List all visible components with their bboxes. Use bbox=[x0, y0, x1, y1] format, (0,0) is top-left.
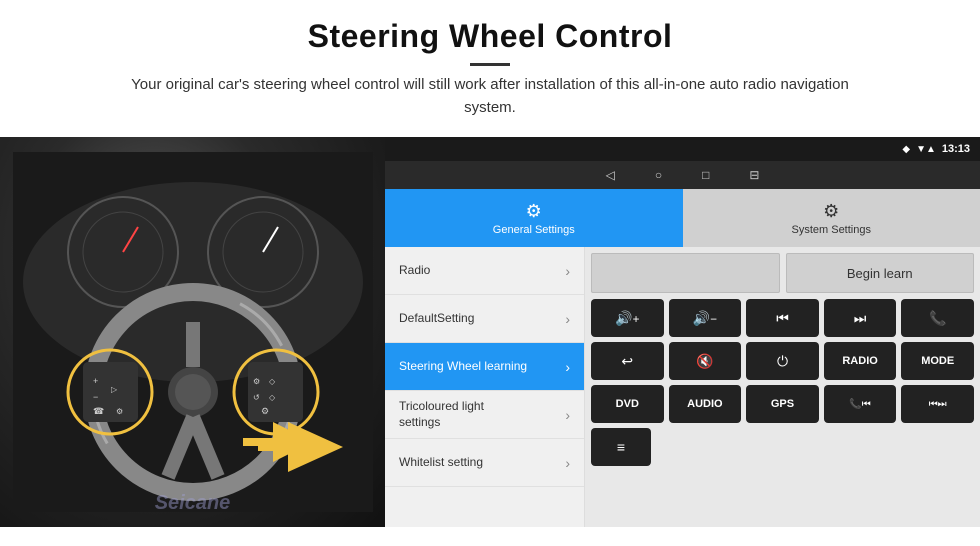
svg-text:☎: ☎ bbox=[93, 406, 104, 416]
hangup-icon: ↩ bbox=[621, 353, 633, 370]
svg-text:▷: ▷ bbox=[111, 385, 118, 394]
ctrl-radio[interactable]: RADIO bbox=[824, 342, 897, 380]
ctrl-phone-prev[interactable]: 📞⏮ bbox=[824, 385, 897, 423]
back-icon[interactable]: ◁ bbox=[606, 168, 615, 182]
menu-item-default-setting[interactable]: DefaultSetting › bbox=[385, 295, 584, 343]
settings-content: Begin learn 🔊+ 🔊− ⏮ bbox=[585, 247, 980, 527]
watermark: Seicane bbox=[155, 492, 231, 515]
menu-default-label: DefaultSetting bbox=[399, 311, 474, 325]
menu-radio-chevron: › bbox=[565, 263, 570, 279]
controls-row4: ≡ bbox=[591, 428, 974, 466]
page-wrapper: Steering Wheel Control Your original car… bbox=[0, 0, 980, 527]
page-subtitle: Your original car's steering wheel contr… bbox=[110, 74, 870, 119]
tab-general-label: General Settings bbox=[493, 224, 575, 236]
svg-text:⚙: ⚙ bbox=[261, 406, 269, 416]
begin-learn-label: Begin learn bbox=[847, 266, 913, 281]
svg-text:+: + bbox=[93, 376, 98, 386]
menu-steering-chevron: › bbox=[565, 359, 570, 375]
controls-row2: ↩ 🔇 ⏻ RADIO MODE bbox=[591, 342, 974, 380]
settings-tabs: ⚙ General Settings ⚙ System Settings bbox=[385, 189, 980, 247]
page-header: Steering Wheel Control Your original car… bbox=[0, 0, 980, 129]
ctrl-power[interactable]: ⏻ bbox=[746, 342, 819, 380]
android-statusbar: ◆ ▼▲ 13:13 bbox=[385, 137, 980, 161]
svg-text:−: − bbox=[93, 392, 98, 402]
general-settings-icon: ⚙ bbox=[526, 201, 542, 222]
menu-whitelist-chevron: › bbox=[565, 455, 570, 471]
ctrl-mode[interactable]: MODE bbox=[901, 342, 974, 380]
svg-text:◇: ◇ bbox=[269, 377, 276, 386]
ctrl-next-track[interactable]: ⏭ bbox=[824, 299, 897, 337]
wifi-icon: ▼▲ bbox=[916, 144, 936, 155]
ctrl-skip[interactable]: ⏮⏭ bbox=[901, 385, 974, 423]
time-display: 13:13 bbox=[942, 143, 970, 155]
recent-icon[interactable]: □ bbox=[702, 168, 709, 182]
menu-radio-label: Radio bbox=[399, 263, 430, 277]
svg-text:↺: ↺ bbox=[253, 393, 260, 402]
ctrl-prev-track[interactable]: ⏮ bbox=[746, 299, 819, 337]
menu-item-radio[interactable]: Radio › bbox=[385, 247, 584, 295]
dvd-label: DVD bbox=[616, 398, 639, 410]
svg-text:⚙: ⚙ bbox=[253, 377, 260, 386]
home-icon[interactable]: ○ bbox=[655, 168, 662, 182]
controls-row3: DVD AUDIO GPS 📞⏮ ⏮⏭ bbox=[591, 385, 974, 423]
ctrl-phone[interactable]: 📞 bbox=[901, 299, 974, 337]
ctrl-vol-up[interactable]: 🔊+ bbox=[591, 299, 664, 337]
vol-up-icon: 🔊+ bbox=[615, 310, 639, 327]
ctrl-menu[interactable]: ≡ bbox=[591, 428, 651, 466]
menu-icon-ctrl: ≡ bbox=[617, 439, 625, 455]
steering-wheel-bg: + − ▷ ☎ ⚙ ⚙ ◇ ↺ ◇ ⚙ bbox=[0, 137, 385, 527]
steering-wheel-panel: + − ▷ ☎ ⚙ ⚙ ◇ ↺ ◇ ⚙ bbox=[0, 137, 385, 527]
menu-tricoloured-chevron: › bbox=[565, 407, 570, 423]
prev-track-icon: ⏮ bbox=[776, 310, 789, 327]
controls-row1: 🔊+ 🔊− ⏮ ⏭ 📞 bbox=[591, 299, 974, 337]
settings-menu: Radio › DefaultSetting › Steering Wheel … bbox=[385, 247, 585, 527]
skip-icon: ⏮⏭ bbox=[929, 399, 947, 410]
menu-item-steering-wheel[interactable]: Steering Wheel learning › bbox=[385, 343, 584, 391]
system-settings-icon: ⚙ bbox=[823, 201, 839, 222]
steering-wheel-svg: + − ▷ ☎ ⚙ ⚙ ◇ ↺ ◇ ⚙ bbox=[13, 152, 373, 512]
ctrl-hangup[interactable]: ↩ bbox=[591, 342, 664, 380]
begin-learn-button[interactable]: Begin learn bbox=[786, 253, 975, 293]
mute-icon: 🔇 bbox=[696, 353, 713, 370]
location-icon: ◆ bbox=[902, 144, 910, 155]
svg-text:◇: ◇ bbox=[269, 393, 276, 402]
tab-system[interactable]: ⚙ System Settings bbox=[683, 189, 980, 247]
empty-display-box bbox=[591, 253, 780, 293]
menu-steering-label: Steering Wheel learning bbox=[399, 359, 527, 373]
gps-label: GPS bbox=[771, 398, 794, 410]
power-icon: ⏻ bbox=[777, 353, 788, 370]
ctrl-dvd[interactable]: DVD bbox=[591, 385, 664, 423]
phone-prev-icon: 📞⏮ bbox=[849, 399, 870, 410]
next-track-icon: ⏭ bbox=[854, 310, 867, 327]
menu-icon[interactable]: ⊟ bbox=[749, 168, 759, 182]
menu-whitelist-label: Whitelist setting bbox=[399, 455, 483, 469]
menu-default-chevron: › bbox=[565, 311, 570, 327]
vol-down-icon: 🔊− bbox=[693, 310, 717, 327]
menu-tricoloured-label: Tricoloured lightsettings bbox=[399, 399, 484, 430]
menu-item-whitelist[interactable]: Whitelist setting › bbox=[385, 439, 584, 487]
page-title: Steering Wheel Control bbox=[60, 18, 920, 55]
phone-icon: 📞 bbox=[929, 310, 946, 327]
android-navbar: ◁ ○ □ ⊟ bbox=[385, 161, 980, 189]
title-divider bbox=[470, 63, 510, 66]
tab-general[interactable]: ⚙ General Settings bbox=[385, 189, 683, 247]
mode-label: MODE bbox=[921, 355, 954, 367]
ctrl-gps[interactable]: GPS bbox=[746, 385, 819, 423]
settings-main: Radio › DefaultSetting › Steering Wheel … bbox=[385, 247, 980, 527]
content-area: + − ▷ ☎ ⚙ ⚙ ◇ ↺ ◇ ⚙ bbox=[0, 137, 980, 527]
audio-label: AUDIO bbox=[687, 398, 722, 410]
svg-text:⚙: ⚙ bbox=[116, 407, 123, 416]
statusbar-right: ◆ ▼▲ 13:13 bbox=[902, 143, 970, 155]
ctrl-mute[interactable]: 🔇 bbox=[669, 342, 742, 380]
android-panel: ◆ ▼▲ 13:13 ◁ ○ □ ⊟ ⚙ General Settings bbox=[385, 137, 980, 527]
radio-label: RADIO bbox=[842, 355, 877, 367]
content-top-row: Begin learn bbox=[591, 253, 974, 293]
tab-system-label: System Settings bbox=[792, 224, 871, 236]
menu-item-tricoloured[interactable]: Tricoloured lightsettings › bbox=[385, 391, 584, 439]
ctrl-vol-down[interactable]: 🔊− bbox=[669, 299, 742, 337]
ctrl-audio[interactable]: AUDIO bbox=[669, 385, 742, 423]
